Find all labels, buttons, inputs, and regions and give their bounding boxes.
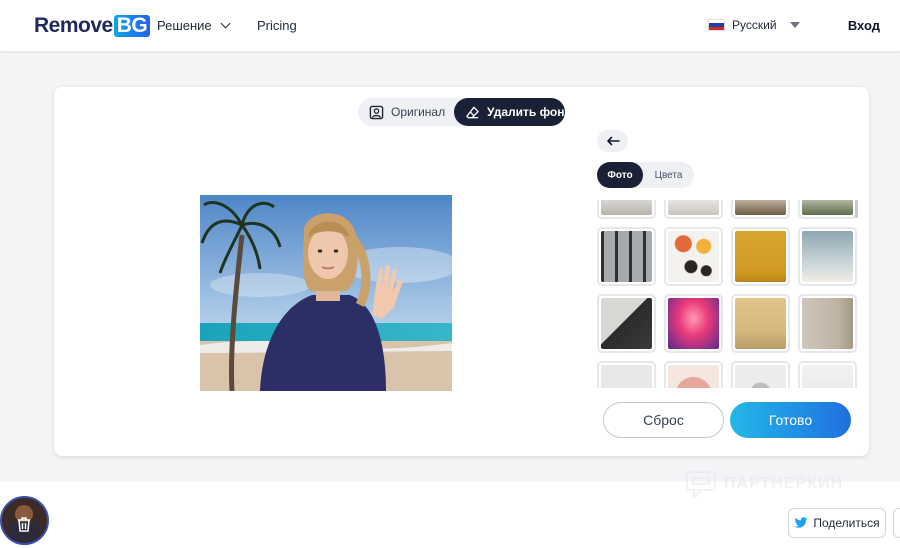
thumbnail-white-room-3[interactable]	[597, 361, 656, 388]
thumbnail-neon-corridor[interactable]	[664, 294, 723, 353]
original-toggle-button[interactable]: Оригинал	[358, 98, 454, 126]
thumbnail-gallery-staircase[interactable]	[597, 294, 656, 353]
top-header: Remove BG Решение Pricing Русский Вход	[0, 0, 900, 52]
share-label: Поделиться	[813, 516, 880, 530]
share-button[interactable]: Поделиться	[788, 508, 886, 538]
logo-text-bg: BG	[113, 15, 151, 37]
watermark: ПАРТНЕРКИН	[684, 467, 843, 501]
thumbnail-grey-lamp[interactable]	[731, 361, 790, 388]
watermark-text: ПАРТНЕРКИН	[724, 475, 844, 492]
thumbnail-pink-circle[interactable]	[664, 361, 723, 388]
nav-pricing-link[interactable]: Pricing	[257, 18, 297, 33]
original-label: Оригинал	[391, 105, 446, 119]
nav-pricing-label: Pricing	[257, 18, 297, 33]
arrow-left-icon	[606, 136, 620, 146]
tab-colors[interactable]: Цвета	[643, 162, 694, 188]
language-selector[interactable]: Русский	[708, 18, 800, 32]
thumbnail-beige-wall-plants[interactable]	[798, 294, 857, 353]
watermark-logo-icon	[686, 471, 716, 500]
view-toggle: Оригинал Удалить фон	[358, 98, 565, 126]
thumbnail-flatlay-flowers-coffee[interactable]	[664, 227, 723, 286]
language-label: Русский	[732, 18, 777, 32]
twitter-icon	[794, 517, 808, 528]
eraser-icon	[466, 106, 479, 118]
done-button[interactable]: Готово	[730, 402, 851, 438]
chevron-down-icon	[220, 18, 231, 29]
nav-solution-menu[interactable]: Решение	[157, 18, 231, 33]
background-thumbnail-grid[interactable]	[597, 200, 858, 388]
result-preview-image	[200, 195, 452, 391]
logo-text-remove: Remove	[34, 14, 113, 37]
login-link[interactable]: Вход	[848, 18, 880, 33]
editor-card: Оригинал Удалить фон Фото Цвета Сброс Го…	[54, 87, 869, 456]
share-more-button[interactable]	[893, 508, 900, 538]
thumbnail-white-interior-2[interactable]	[664, 200, 723, 219]
reset-button[interactable]: Сброс	[603, 402, 724, 438]
uploaded-image-avatar[interactable]	[0, 496, 49, 545]
tab-photo[interactable]: Фото	[597, 162, 643, 188]
thumbnail-mustard-wall-stool[interactable]	[731, 227, 790, 286]
thumbnail-sky-clouds[interactable]	[798, 227, 857, 286]
background-type-tabs: Фото Цвета	[597, 162, 694, 188]
thumbnail-plant-interior[interactable]	[798, 200, 857, 219]
preview-illustration	[200, 195, 452, 391]
thumbnail-white-shelf[interactable]	[798, 361, 857, 388]
removebg-logo[interactable]: Remove BG	[34, 14, 151, 38]
russia-flag-icon	[708, 19, 725, 31]
thumbnail-room-with-chairs[interactable]	[731, 200, 790, 219]
back-button[interactable]	[597, 130, 628, 152]
thumbnail-scrollbar[interactable]	[855, 200, 858, 218]
nav-solution-label: Решение	[157, 18, 212, 33]
caret-down-icon	[789, 22, 800, 28]
thumbnail-white-interior-1[interactable]	[597, 200, 656, 219]
remove-background-toggle-button[interactable]: Удалить фон	[454, 98, 565, 126]
remove-background-label: Удалить фон	[487, 105, 565, 119]
portrait-icon	[369, 105, 384, 119]
thumbnail-glass-office[interactable]	[597, 227, 656, 286]
thumbnail-yellow-room-chair[interactable]	[731, 294, 790, 353]
trash-icon	[10, 505, 40, 543]
